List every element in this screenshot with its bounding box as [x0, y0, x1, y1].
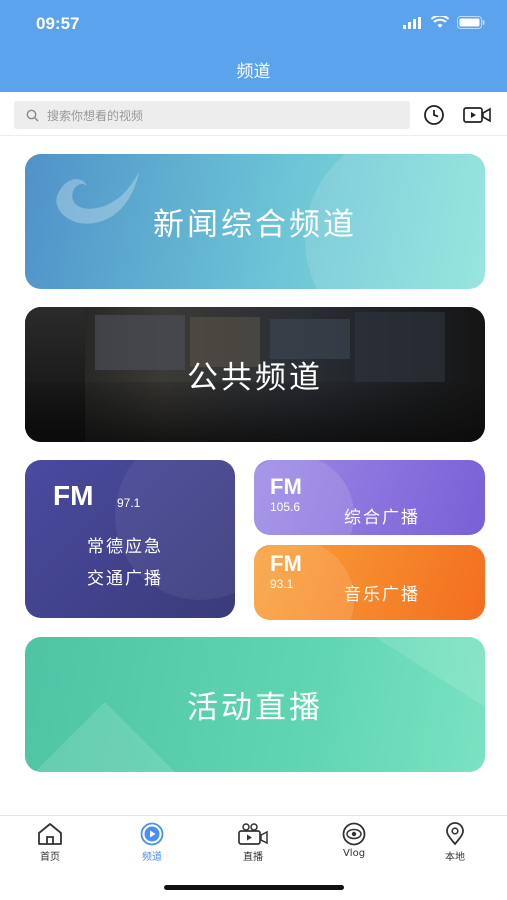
live-card-decoration-wedge — [375, 637, 485, 707]
signal-icon — [403, 16, 421, 29]
fm-small2-frequency: 93.1 — [270, 577, 294, 591]
tab-channel[interactable]: 频道 — [122, 822, 182, 863]
home-indicator[interactable] — [164, 885, 344, 890]
play-circle-icon — [140, 822, 164, 846]
live-card-decoration-mountain — [25, 702, 195, 772]
news-channel-label: 新闻综合频道 — [153, 207, 357, 243]
live-event-card[interactable]: 活动直播 — [25, 637, 485, 772]
public-channel-label: 公共频道 — [187, 360, 323, 396]
vlog-icon — [342, 822, 366, 846]
fm-small2-decoration — [254, 545, 354, 620]
tab-channel-label: 频道 — [142, 852, 162, 863]
wifi-icon — [431, 16, 449, 28]
home-icon — [38, 823, 62, 845]
status-bar: 09:57 — [0, 0, 507, 52]
fm-big-band: FM — [53, 480, 94, 511]
fm-small1-name: 综合广播 — [344, 508, 420, 528]
fm-105-6-card[interactable]: FM 105.6 综合广播 — [254, 460, 485, 535]
live-event-label: 活动直播 — [187, 690, 323, 726]
fm-93-1-card[interactable]: FM 93.1 音乐广播 — [254, 545, 485, 620]
tab-vlog-label: Vlog — [342, 848, 366, 859]
fm-big-name-line1: 常德应急 — [87, 537, 163, 557]
video-camera-icon — [463, 107, 491, 123]
tab-live-label: 直播 — [243, 852, 263, 863]
tab-home-label: 首页 — [40, 852, 60, 863]
battery-icon — [457, 16, 485, 29]
page-title: 频道 — [236, 62, 271, 82]
tab-home[interactable]: 首页 — [20, 822, 80, 863]
search-icon — [26, 109, 39, 121]
search-placeholder: 搜索你想看的视频 — [47, 108, 144, 123]
clock-icon — [424, 105, 444, 125]
fm-small1-frequency: 105.6 — [270, 500, 301, 514]
tab-live[interactable]: 直播 — [223, 822, 283, 863]
fm-small2-name: 音乐广播 — [344, 585, 420, 605]
status-time: 09:57 — [36, 14, 80, 33]
logo-watermark-icon — [56, 172, 139, 224]
search-input[interactable]: 搜索你想看的视频 — [14, 101, 410, 129]
fm-big-name-line2: 交通广播 — [87, 569, 163, 589]
fm-small2-band: FM — [270, 551, 302, 576]
nav-bar: 频道 — [0, 52, 507, 92]
search-row: 搜索你想看的视频 — [0, 92, 507, 136]
news-channel-card[interactable]: 新闻综合频道 — [25, 154, 485, 289]
history-button[interactable] — [420, 102, 448, 128]
tab-local[interactable]: 本地 — [425, 822, 485, 863]
video-camera-icon — [238, 823, 268, 845]
fm-small1-decoration — [254, 460, 354, 535]
fm-small1-band: FM — [270, 474, 302, 499]
tab-local-label: 本地 — [445, 852, 465, 863]
tab-vlog[interactable]: Vlog — [324, 822, 384, 859]
public-channel-card[interactable]: 公共频道 — [25, 307, 485, 442]
fm-big-frequency: 97.1 — [117, 496, 141, 510]
location-pin-icon — [446, 822, 464, 846]
status-icons — [403, 16, 485, 29]
fm-97-1-card[interactable]: FM 97.1 常德应急 交通广播 — [25, 460, 235, 618]
record-video-button[interactable] — [463, 102, 491, 128]
